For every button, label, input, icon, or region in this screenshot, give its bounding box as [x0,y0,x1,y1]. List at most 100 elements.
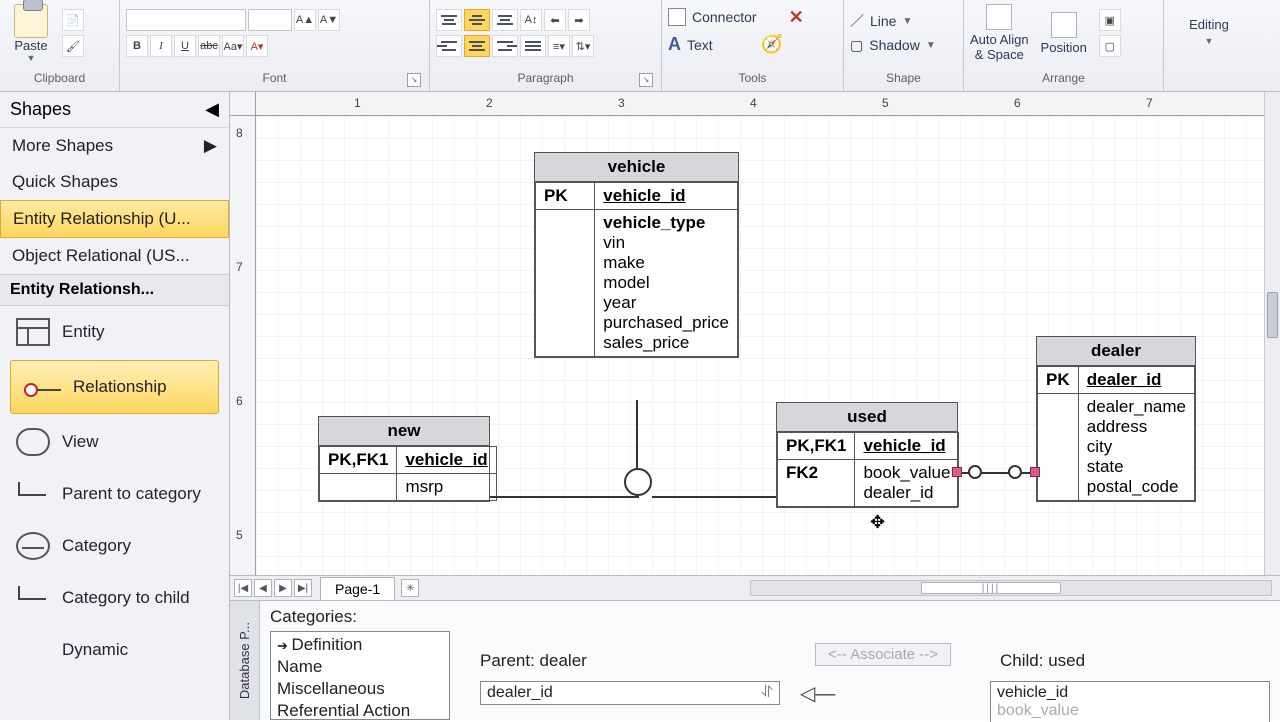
shape-dynamic[interactable]: Dynamic [0,624,229,676]
font-color-button[interactable]: A▾ [246,35,268,57]
align-right-button[interactable] [492,35,518,57]
entity-vehicle[interactable]: vehicle PKvehicle_id vehicle_type vin ma… [534,152,739,358]
align-bottom-button[interactable] [492,9,518,31]
spacing-button[interactable]: ⇅▾ [572,35,594,57]
shrink-font-button[interactable]: A▼ [318,9,340,31]
entity-used-pk: vehicle_id [863,436,945,455]
shadow-label: Shadow [869,37,920,53]
align-center-button[interactable] [464,35,490,57]
indent-inc-button[interactable]: ➡ [568,9,590,31]
category-name[interactable]: Name [277,656,443,678]
clipboard-group-label: Clipboard [6,69,113,91]
collapse-icon[interactable]: ◀ [205,99,219,120]
send-back-button[interactable]: ▢ [1099,35,1121,57]
position-label: Position [1041,40,1087,55]
entity-used[interactable]: used PK,FK1vehicle_id FK2 book_value dea… [776,402,958,508]
connector-label: Connector [692,9,757,25]
stencil-title: Entity Relationsh... [0,274,229,306]
font-picker[interactable] [126,9,246,31]
fontsize-picker[interactable] [248,9,292,31]
crow-foot-icon-2 [1008,465,1022,479]
entity-used-fk-label: FK2 [778,460,855,507]
horizontal-scrollbar[interactable]: |||| [750,580,1272,596]
database-properties-tab[interactable]: Database P... [230,601,260,720]
position-button[interactable]: Position [1041,12,1087,55]
justify-button[interactable] [520,35,546,57]
stencil-object-relational[interactable]: Object Relational (US... [0,238,229,274]
grow-font-button[interactable]: A▲ [294,9,316,31]
shape-category-to-child[interactable]: Category to child [0,572,229,624]
bold-button[interactable]: B [126,35,148,57]
quick-shapes-link[interactable]: Quick Shapes [0,164,229,200]
copy-button[interactable]: 📄 [62,9,84,31]
selection-handle-start[interactable] [952,467,962,477]
align-middle-button[interactable] [464,9,490,31]
text-tool[interactable]: AText🧭 [668,34,791,55]
entity-new[interactable]: new PK,FK1vehicle_id msrp [318,416,490,502]
paste-button[interactable]: Paste ▼ [6,4,56,63]
stencil-entity-relationship[interactable]: Entity Relationship (U... [0,200,229,238]
associate-button[interactable]: <-- Associate --> [815,643,951,666]
align-top-button[interactable] [436,9,462,31]
shape-entity[interactable]: Entity [0,306,229,358]
indent-dec-button[interactable]: ⬅ [544,9,566,31]
child-field-box[interactable]: vehicle_id book_value [990,681,1270,722]
vertical-scrollbar[interactable] [1264,92,1280,575]
selection-handle-end[interactable] [1030,467,1040,477]
categories-list[interactable]: Definition Name Miscellaneous Referentia… [270,631,450,720]
strike-button[interactable]: abc [198,35,220,57]
italic-button[interactable]: I [150,35,172,57]
tab-next-button[interactable]: ▶ [274,579,292,597]
compass-icon[interactable]: 🧭 [761,34,783,55]
connector-category-used[interactable] [652,496,776,498]
shape-parent-to-category[interactable]: Parent to category [0,468,229,520]
entity-dealer-pk: dealer_id [1087,370,1162,389]
editing-button[interactable]: Editing▼ [1189,17,1229,49]
entity-used-pk-label: PK,FK1 [778,433,855,460]
drawing-page[interactable]: vehicle PKvehicle_id vehicle_type vin ma… [256,116,1264,575]
shape-category[interactable]: Category [0,520,229,572]
connector-tool[interactable]: Connector ✕ [668,4,812,30]
shadow-button[interactable]: ▢Shadow▼ [850,34,936,56]
align-left-button[interactable] [436,35,462,57]
arrange-group-label: Arrange [970,69,1157,91]
paragraph-group-label: Paragraph [517,71,573,85]
category-definition[interactable]: Definition [277,634,443,656]
tab-page-1[interactable]: Page-1 [320,577,395,600]
entity-new-pk: vehicle_id [405,450,487,469]
tab-first-button[interactable]: |◀ [234,579,252,597]
category-misc[interactable]: Miscellaneous [277,678,443,700]
entity-dealer[interactable]: dealer PKdealer_id dealer_name address c… [1036,336,1196,502]
tab-new-button[interactable]: ✳ [401,579,419,597]
shadow-icon: ▢ [850,37,863,54]
cursor-icon: ✥ [870,512,885,533]
category-referential[interactable]: Referential Action [277,700,443,722]
close-icon[interactable]: ✕ [789,7,804,28]
paste-label: Paste [14,38,47,53]
category-icon [16,532,50,560]
tab-last-button[interactable]: ▶| [294,579,312,597]
auto-align-button[interactable]: Auto Align & Space [970,4,1029,62]
category-symbol[interactable] [624,468,652,496]
clipboard-icon [14,4,48,38]
scrollbar-thumb[interactable] [1267,292,1278,338]
case-button[interactable]: Aa▾ [222,35,244,57]
drawing-canvas[interactable]: 1234567 8765 vehicle PKvehicle_id vehicl… [230,92,1280,575]
paragraph-dialog-launcher[interactable]: ↘ [639,73,653,87]
line-style-button[interactable]: ／Line▼ [850,10,936,32]
parent-field-box[interactable]: dealer_id⥯ [480,681,780,705]
tab-prev-button[interactable]: ◀ [254,579,272,597]
bring-front-button[interactable]: ▣ [1099,9,1121,31]
orientation-button[interactable]: A↕ [520,9,542,31]
bullets-button[interactable]: ≡▾ [548,35,570,57]
font-dialog-launcher[interactable]: ↘ [407,73,421,87]
entity-dealer-attrs: dealer_name address city state postal_co… [1078,394,1194,501]
connector-category-new[interactable] [490,496,639,498]
more-shapes-link[interactable]: More Shapes▶ [0,128,229,164]
underline-button[interactable]: U [174,35,196,57]
shape-view[interactable]: View [0,416,229,468]
format-painter-button[interactable]: 🖌 [62,35,84,57]
shape-relationship[interactable]: Relationship [10,360,219,414]
h-scroll-thumb[interactable]: |||| [921,582,1061,594]
connector-vehicle-category[interactable] [636,400,638,472]
